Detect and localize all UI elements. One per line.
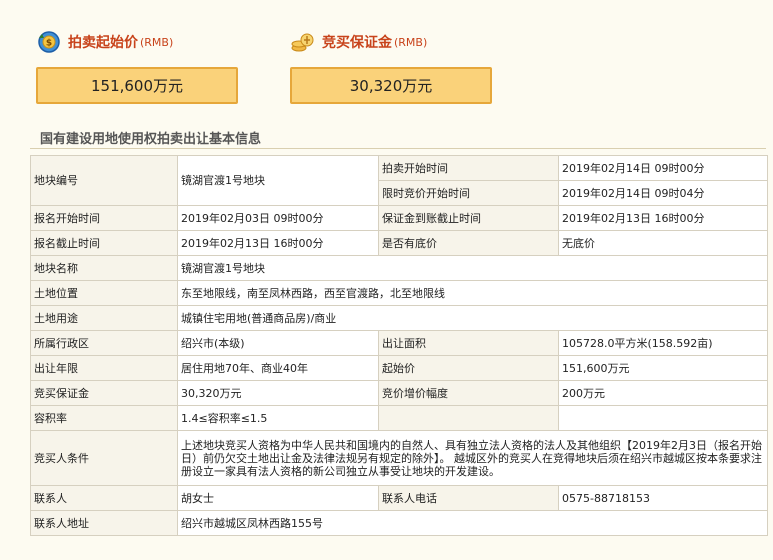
table-row: 土地用途 城镇住宅用地(普通商品房)/商业 — [30, 305, 768, 331]
section-title: 国有建设用地使用权拍卖出让基本信息 — [40, 132, 262, 147]
deposit-value: 30,320万元 — [290, 67, 492, 104]
deposit-cell: 30,320万元 — [177, 380, 379, 406]
start-price-heading: $ 拍卖起始价 (RMB) — [36, 30, 173, 54]
area-value: 105728.0平方米(158.592亩) — [558, 330, 768, 356]
table-row: 容积率 1.4≤容积率≤1.5 — [30, 405, 768, 431]
table-row: 联系人 胡女士 联系人电话 0575-88718153 — [30, 485, 768, 511]
plot-no-value: 镜湖官渡1号地块 — [177, 155, 379, 206]
table-row: 报名截止时间 2019年02月13日 16时00分 是否有底价 无底价 — [30, 230, 768, 256]
deposit-label: 竞买保证金 — [30, 380, 178, 406]
empty-label-cell — [378, 405, 559, 431]
usage-label: 土地用途 — [30, 305, 178, 331]
start-price-label: 起始价 — [378, 355, 559, 381]
district-value: 绍兴市(本级) — [177, 330, 379, 356]
bidder-value: 上述地块竞买人资格为中华人民共和国境内的自然人、具有独立法人资格的法人及其他组织… — [177, 430, 768, 486]
phone-label: 联系人电话 — [378, 485, 559, 511]
table-row: 竞买保证金 30,320万元 竞价增价幅度 200万元 — [30, 380, 768, 406]
deposit-title: 竞买保证金 — [322, 35, 392, 51]
increment-value: 200万元 — [558, 380, 768, 406]
district-label: 所属行政区 — [30, 330, 178, 356]
price-header: $ 拍卖起始价 (RMB) 151,600万元 竞买保证金 (RMB) 30,3… — [0, 0, 773, 120]
start-price-unit: (RMB) — [140, 35, 174, 49]
coins-icon — [291, 33, 314, 52]
contact-label: 联系人 — [30, 485, 178, 511]
start-price-value: 151,600万元 — [36, 67, 238, 104]
reg-end-label: 报名截止时间 — [30, 230, 178, 256]
plot-name-value: 镜湖官渡1号地块 — [177, 255, 768, 281]
reg-start-label: 报名开始时间 — [30, 205, 178, 231]
far-label: 容积率 — [30, 405, 178, 431]
reg-end-value: 2019年02月13日 16时00分 — [177, 230, 379, 256]
plot-name-label: 地块名称 — [30, 255, 178, 281]
increment-label: 竞价增价幅度 — [378, 380, 559, 406]
bidder-label: 竞买人条件 — [30, 430, 178, 486]
table-row: 土地位置 东至地限线，南至凤林西路，西至官渡路，北至地限线 — [30, 280, 768, 306]
table-row: 出让年限 居住用地70年、商业40年 起始价 151,600万元 — [30, 355, 768, 381]
far-value: 1.4≤容积率≤1.5 — [177, 405, 379, 431]
table-row: 地块编号 镜湖官渡1号地块 拍卖开始时间 2019年02月14日 09时00分 — [30, 155, 768, 206]
location-label: 土地位置 — [30, 280, 178, 306]
auction-start-label: 拍卖开始时间 — [378, 155, 559, 181]
deposit-deadline-label: 保证金到账截止时间 — [378, 205, 559, 231]
start-price-title: 拍卖起始价 — [68, 35, 138, 51]
money-cycle-icon: $ — [38, 31, 60, 53]
plot-no-label: 地块编号 — [30, 155, 178, 206]
term-value: 居住用地70年、商业40年 — [177, 355, 379, 381]
reg-start-value: 2019年02月03日 09时00分 — [177, 205, 379, 231]
usage-value: 城镇住宅用地(普通商品房)/商业 — [177, 305, 768, 331]
table-row: 联系人地址 绍兴市越城区凤林西路155号 — [30, 510, 768, 536]
divider — [30, 148, 766, 149]
table-row: 竞买人条件 上述地块竞买人资格为中华人民共和国境内的自然人、具有独立法人资格的法… — [30, 430, 768, 486]
address-label: 联系人地址 — [30, 510, 178, 536]
area-label: 出让面积 — [378, 330, 559, 356]
start-price-cell: 151,600万元 — [558, 355, 768, 381]
auction-start-value: 2019年02月14日 09时00分 — [558, 155, 768, 181]
land-info-table: 地块编号 镜湖官渡1号地块 拍卖开始时间 2019年02月14日 09时00分 … — [30, 155, 768, 536]
deposit-deadline-value: 2019年02月13日 16时00分 — [558, 205, 768, 231]
contact-value: 胡女士 — [177, 485, 379, 511]
empty-value-cell — [558, 405, 768, 431]
table-row: 报名开始时间 2019年02月03日 09时00分 保证金到账截止时间 2019… — [30, 205, 768, 231]
deposit-heading: 竞买保证金 (RMB) — [290, 30, 427, 54]
reserve-label: 是否有底价 — [378, 230, 559, 256]
table-row: 所属行政区 绍兴市(本级) 出让面积 105728.0平方米(158.592亩) — [30, 330, 768, 356]
address-value: 绍兴市越城区凤林西路155号 — [177, 510, 768, 536]
timed-bid-value: 2019年02月14日 09时04分 — [558, 180, 768, 206]
phone-value: 0575-88718153 — [558, 485, 768, 511]
location-value: 东至地限线，南至凤林西路，西至官渡路，北至地限线 — [177, 280, 768, 306]
svg-text:$: $ — [46, 39, 52, 49]
deposit-unit: (RMB) — [394, 35, 428, 49]
term-label: 出让年限 — [30, 355, 178, 381]
timed-bid-label: 限时竞价开始时间 — [378, 180, 559, 206]
reserve-value: 无底价 — [558, 230, 768, 256]
table-row: 地块名称 镜湖官渡1号地块 — [30, 255, 768, 281]
